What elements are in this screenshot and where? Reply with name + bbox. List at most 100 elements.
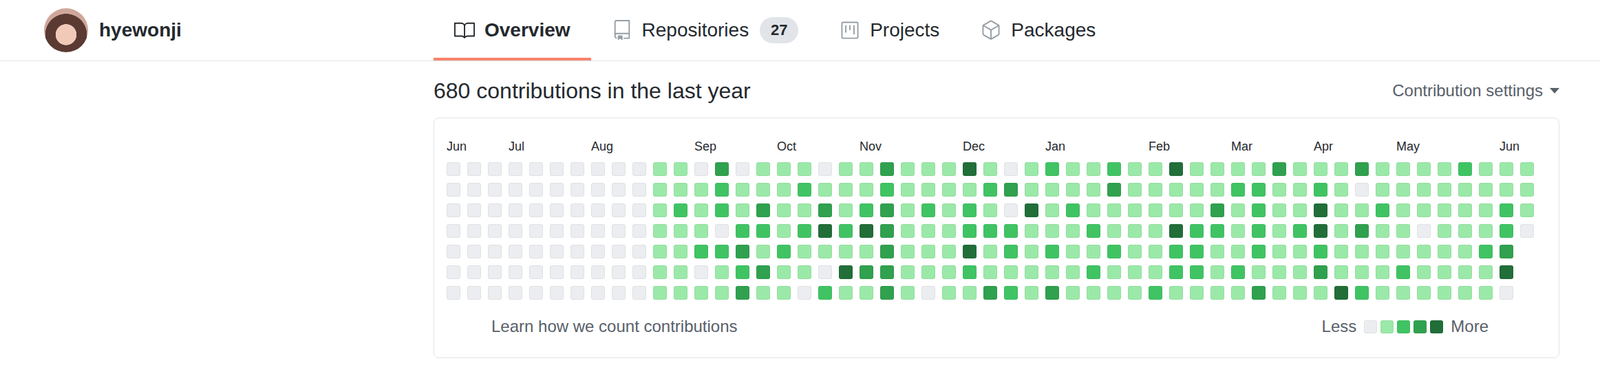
contribution-day[interactable] [570,162,585,177]
contribution-day[interactable] [1313,224,1328,239]
contribution-day[interactable] [1107,244,1122,259]
contribution-day[interactable] [1024,224,1039,239]
contribution-day[interactable] [962,162,977,177]
contribution-day[interactable] [942,224,956,239]
contribution-day[interactable] [467,265,482,280]
contribution-day[interactable] [1231,244,1245,259]
contribution-day[interactable] [1458,203,1472,218]
contribution-day[interactable] [446,286,461,301]
contribution-day[interactable] [1313,286,1328,301]
contribution-day[interactable] [591,183,605,197]
contribution-day[interactable] [1499,203,1514,218]
contribution-day[interactable] [1293,183,1307,197]
contribution-day[interactable] [1375,244,1390,259]
contribution-day[interactable] [1065,224,1080,239]
contribution-day[interactable] [756,203,771,218]
contribution-day[interactable] [549,183,564,197]
contribution-day[interactable] [1065,183,1080,197]
contribution-day[interactable] [1210,162,1225,177]
contribution-day[interactable] [1375,183,1390,197]
contribution-day[interactable] [1189,183,1204,197]
contribution-day[interactable] [715,244,729,259]
contribution-day[interactable] [1127,286,1142,301]
contribution-day[interactable] [797,203,812,218]
contribution-day[interactable] [983,286,998,301]
settings-button[interactable]: Contribution settings [1392,78,1560,104]
contribution-day[interactable] [570,183,585,197]
contribution-day[interactable] [715,286,729,301]
contribution-day[interactable] [921,224,936,239]
contribution-day[interactable] [1375,286,1390,301]
contribution-day[interactable] [1499,162,1514,177]
contribution-day[interactable] [1334,286,1349,301]
contribution-day[interactable] [900,224,915,239]
contribution-day[interactable] [1458,244,1472,259]
contribution-day[interactable] [1127,183,1142,197]
contribution-day[interactable] [1004,244,1018,259]
contribution-day[interactable] [1148,286,1163,301]
contribution-day[interactable] [859,265,874,280]
contribution-day[interactable] [487,162,502,177]
contribution-day[interactable] [1045,244,1060,259]
contribution-day[interactable] [797,183,812,197]
contribution-day[interactable] [1375,265,1390,280]
contribution-day[interactable] [756,162,771,177]
contribution-day[interactable] [1416,203,1431,218]
contribution-day[interactable] [694,224,709,239]
contribution-day[interactable] [1127,244,1142,259]
contribution-day[interactable] [1169,162,1183,177]
contribution-day[interactable] [983,224,998,239]
contribution-day[interactable] [1396,286,1411,301]
contribution-day[interactable] [1065,286,1080,301]
contribution-day[interactable] [983,162,998,177]
contribution-day[interactable] [1024,244,1039,259]
contribution-day[interactable] [467,286,482,301]
contribution-day[interactable] [1478,265,1493,280]
contribution-day[interactable] [1355,203,1369,218]
contribution-day[interactable] [818,244,832,259]
contribution-day[interactable] [653,244,667,259]
contribution-day[interactable] [1107,224,1122,239]
contribution-day[interactable] [715,224,729,239]
contribution-day[interactable] [508,183,523,197]
contribution-day[interactable] [1313,244,1328,259]
contribution-day[interactable] [1169,224,1183,239]
contribution-day[interactable] [1107,183,1122,197]
contribution-day[interactable] [508,286,523,301]
contribution-day[interactable] [1478,162,1493,177]
contribution-day[interactable] [962,203,977,218]
contribution-day[interactable] [549,162,564,177]
contribution-day[interactable] [1458,286,1472,301]
contribution-day[interactable] [446,203,461,218]
contribution-day[interactable] [529,162,543,177]
contribution-day[interactable] [1478,244,1493,259]
contribution-day[interactable] [818,224,832,239]
contribution-day[interactable] [673,183,688,197]
contribution-day[interactable] [962,286,977,301]
contribution-day[interactable] [1334,224,1349,239]
contribution-day[interactable] [1396,162,1411,177]
contribution-day[interactable] [1293,224,1307,239]
contribution-day[interactable] [508,265,523,280]
contribution-day[interactable] [508,244,523,259]
contribution-day[interactable] [942,162,956,177]
contribution-day[interactable] [838,244,853,259]
contribution-day[interactable] [653,286,667,301]
contribution-day[interactable] [838,265,853,280]
contribution-day[interactable] [632,224,647,239]
contribution-day[interactable] [1272,162,1287,177]
contribution-day[interactable] [735,286,750,301]
contribution-day[interactable] [921,244,936,259]
contribution-day[interactable] [611,203,626,218]
contribution-day[interactable] [1375,162,1390,177]
contribution-day[interactable] [632,244,647,259]
contribution-day[interactable] [446,224,461,239]
contribution-day[interactable] [1355,183,1369,197]
contribution-day[interactable] [1251,224,1266,239]
contribution-day[interactable] [1024,286,1039,301]
contribution-day[interactable] [797,286,812,301]
contribution-day[interactable] [797,265,812,280]
contribution-day[interactable] [818,183,832,197]
contribution-day[interactable] [673,203,688,218]
contribution-day[interactable] [487,265,502,280]
